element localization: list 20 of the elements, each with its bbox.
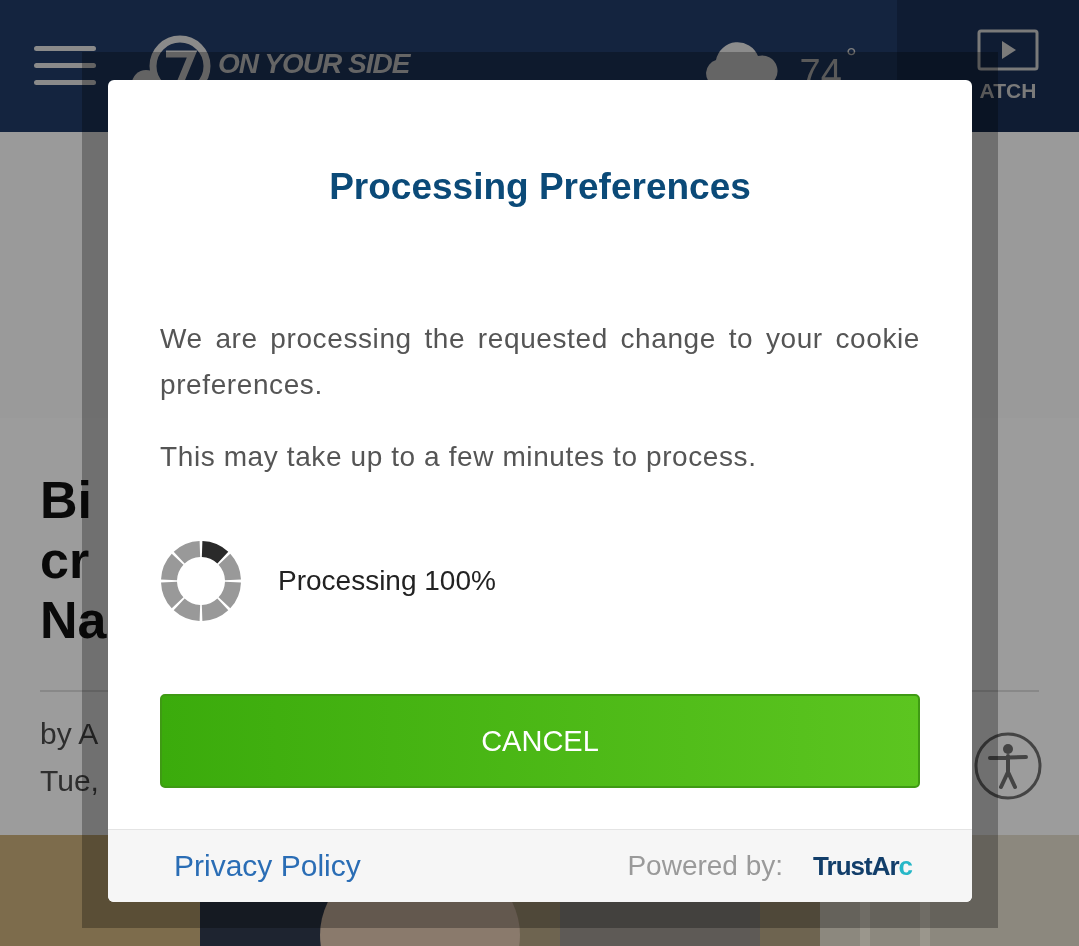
- privacy-policy-link[interactable]: Privacy Policy: [174, 849, 361, 883]
- watch-label[interactable]: ATCH: [979, 79, 1037, 103]
- dialog-text: We are processing the requested change to your cookie preferences.: [160, 322, 920, 402]
- byline-text: by A: [40, 716, 99, 752]
- headline-text: cr: [40, 530, 90, 590]
- play-icon[interactable]: [977, 29, 1039, 71]
- byline-text: Tue,: [40, 763, 99, 799]
- accessibility-icon[interactable]: [974, 732, 1042, 800]
- logo-text: ON YOUR SIDE: [218, 48, 410, 80]
- powered-by-text: Powered by:: [627, 850, 784, 882]
- spinner-icon: [160, 540, 242, 622]
- brand-logo: TrustArc: [813, 850, 912, 882]
- menu-icon[interactable]: [34, 46, 96, 86]
- cancel-button[interactable]: CANCEL: [160, 694, 920, 788]
- dialog-title: Processing Preferences: [328, 166, 752, 208]
- headline-text: Na: [40, 590, 107, 650]
- progress-label: Processing 100%: [278, 565, 496, 597]
- degree-sign: °: [845, 42, 857, 74]
- dialog-text: This may take up to a few minutes to process.: [160, 440, 758, 474]
- headline-text: Bi: [40, 470, 92, 530]
